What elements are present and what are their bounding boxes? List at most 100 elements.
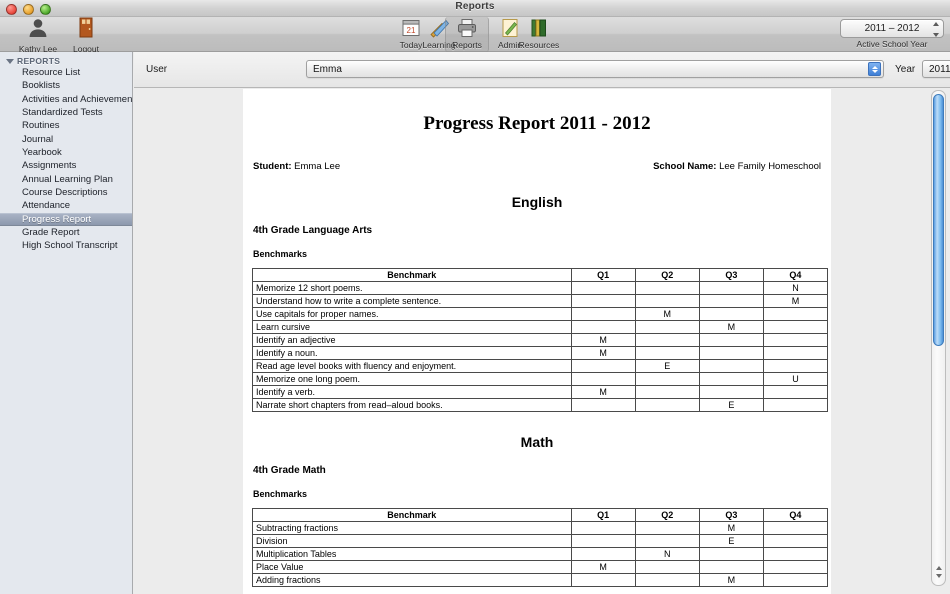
table-row: Memorize one long poem. U (252, 372, 829, 386)
benchmark-mark-q2 (634, 560, 700, 574)
sidebar-item-high-school-transcript[interactable]: High School Transcript (0, 239, 132, 252)
table-row: Memorize 12 short poems. N (252, 281, 829, 295)
stepper-icon[interactable] (868, 62, 881, 76)
subject-title-english: English (511, 194, 563, 210)
sidebar-item-assignments[interactable]: Assignments (0, 159, 132, 172)
filter-bar: User Emma Year 2011 – 2012 (134, 52, 950, 88)
table-row: Narrate short chapters from read–aloud b… (252, 398, 829, 412)
benchmark-mark-q2 (634, 346, 700, 360)
toolbar-item-resources[interactable]: Resources (510, 17, 568, 52)
year-filter-label: Year (895, 64, 916, 75)
benchmark-mark-q4 (762, 534, 829, 548)
benchmark-mark-q3 (698, 560, 764, 574)
benchmark-name: Identify a noun. (252, 346, 572, 360)
column-header-benchmark: Benchmark (252, 508, 572, 522)
benchmark-mark-q1 (570, 398, 636, 412)
sidebar-item-resource-list[interactable]: Resource List (0, 66, 132, 79)
report-meta: Student: Emma Lee School Name: Lee Famil… (252, 161, 822, 172)
sidebar-header[interactable]: REPORTS (0, 52, 132, 66)
table-row: Place Value M (252, 560, 829, 574)
benchmark-name: Narrate short chapters from read–aloud b… (252, 398, 572, 412)
benchmark-mark-q3: M (698, 573, 764, 587)
year-select[interactable]: 2011 – 2012 (922, 60, 950, 78)
toolbar-year-group: 2011 – 2012 Active School Year (840, 19, 944, 49)
benchmark-mark-q1 (570, 372, 636, 386)
sidebar-item-annual-learning-plan[interactable]: Annual Learning Plan (0, 173, 132, 186)
scroll-up-arrow-icon[interactable] (935, 566, 942, 570)
school-value: Lee Family Homeschool (719, 161, 821, 172)
toolbar: Kathy Lee Logout 21 Today Learning Repor… (0, 17, 950, 54)
scrollbar-thumb[interactable] (933, 94, 944, 346)
sidebar-item-standardized-tests[interactable]: Standardized Tests (0, 106, 132, 119)
benchmark-mark-q3: E (698, 398, 764, 412)
column-header-q4: Q4 (762, 508, 829, 522)
benchmark-name: Identify an adjective (252, 333, 572, 347)
user-select[interactable]: Emma (306, 60, 884, 78)
benchmark-mark-q3 (698, 294, 764, 308)
benchmark-table-english: Benchmark Q1 Q2 Q3 Q4 Memorize 12 short poems… (252, 268, 829, 412)
benchmark-name: Division (252, 534, 572, 548)
benchmark-mark-q1 (570, 294, 636, 308)
benchmark-mark-q4 (762, 346, 829, 360)
benchmark-mark-q2 (634, 320, 700, 334)
benchmark-name: Use capitals for proper names. (252, 307, 572, 321)
benchmark-mark-q3 (698, 359, 764, 373)
benchmark-name: Memorize one long poem. (252, 372, 572, 386)
student-label: Student: (253, 161, 292, 172)
benchmark-mark-q3 (698, 385, 764, 399)
books-icon (510, 18, 568, 39)
vertical-scrollbar[interactable] (931, 90, 946, 586)
benchmark-mark-q2 (634, 521, 700, 535)
sidebar-item-journal[interactable]: Journal (0, 133, 132, 146)
sidebar-item-course-descriptions[interactable]: Course Descriptions (0, 186, 132, 199)
sidebar-item-routines[interactable]: Routines (0, 119, 132, 132)
benchmark-mark-q4: M (762, 294, 829, 308)
benchmark-mark-q2: E (634, 359, 700, 373)
sidebar-item-activities-and-achievements[interactable]: Activities and Achievements (0, 93, 132, 106)
sidebar-item-yearbook[interactable]: Yearbook (0, 146, 132, 159)
scrollbar-arrows[interactable] (932, 559, 945, 585)
benchmark-name: Memorize 12 short poems. (252, 281, 572, 295)
table-header-row: Benchmark Q1 Q2 Q3 Q4 (252, 268, 829, 282)
stepper-icon (932, 22, 939, 37)
benchmark-mark-q1 (570, 359, 636, 373)
benchmark-mark-q3 (698, 346, 764, 360)
benchmark-mark-q1: M (570, 333, 636, 347)
benchmark-mark-q2 (634, 333, 700, 347)
table-row: Identify a noun. M (252, 346, 829, 360)
disclosure-triangle-icon[interactable] (6, 58, 14, 64)
student-value: Emma Lee (294, 161, 341, 172)
school-label: School Name: (653, 161, 717, 172)
benchmark-mark-q1 (570, 320, 636, 334)
sidebar-item-progress-report[interactable]: Progress Report (0, 212, 132, 227)
sidebar-item-booklists[interactable]: Booklists (0, 79, 132, 92)
benchmark-mark-q4 (762, 359, 829, 373)
sidebar-item-attendance[interactable]: Attendance (0, 199, 132, 212)
year-select-value: 2011 – 2012 (929, 64, 950, 75)
benchmark-mark-q3 (698, 281, 764, 295)
report-canvas[interactable]: Progress Report 2011 - 2012 Student: Emm… (134, 89, 950, 594)
benchmark-mark-q4 (762, 398, 829, 412)
benchmark-mark-q1 (570, 534, 636, 548)
benchmark-mark-q3: M (698, 521, 764, 535)
table-row: Read age level books with fluency and en… (252, 359, 829, 373)
toolbar-item-user[interactable]: Kathy Lee (12, 17, 64, 54)
active-school-year-popup[interactable]: 2011 – 2012 (840, 19, 944, 38)
table-header-row: Benchmark Q1 Q2 Q3 Q4 (252, 508, 829, 522)
benchmark-mark-q1 (570, 573, 636, 587)
benchmarks-label: Benchmarks (253, 249, 308, 259)
subject-title-math: Math (520, 434, 554, 450)
toolbar-label-resources: Resources (518, 40, 560, 50)
scroll-down-arrow-icon[interactable] (935, 574, 942, 578)
student-field: Student: Emma Lee (253, 161, 340, 172)
benchmark-mark-q4 (762, 547, 829, 561)
sidebar-header-label: REPORTS (17, 55, 61, 66)
benchmark-mark-q1: M (570, 560, 636, 574)
benchmark-name: Read age level books with fluency and en… (252, 359, 572, 373)
toolbar-item-logout[interactable]: Logout (66, 17, 106, 54)
table-row: Learn cursive M (252, 320, 829, 334)
benchmark-mark-q2 (634, 573, 700, 587)
report-title: Progress Report 2011 - 2012 (423, 113, 651, 134)
table-row: Identify a verb. M (252, 385, 829, 399)
sidebar-item-grade-report[interactable]: Grade Report (0, 226, 132, 239)
